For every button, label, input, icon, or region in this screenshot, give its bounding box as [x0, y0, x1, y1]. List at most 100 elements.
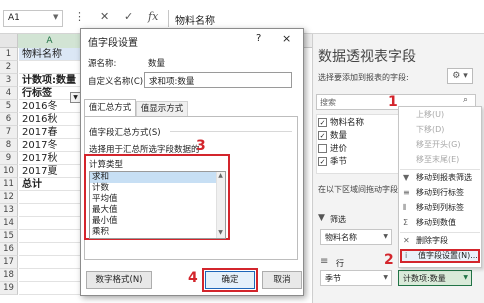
menu-item-label: 移动到数值	[416, 218, 456, 227]
grid-cell[interactable]: 计数项:数量	[19, 74, 82, 87]
tab-show-values-as[interactable]: 值显示方式	[136, 101, 188, 116]
confirm-icon[interactable]: ✓	[124, 10, 133, 23]
calc-type-option[interactable]: 计数	[90, 183, 216, 194]
delete-icon: ✕	[403, 236, 410, 245]
menu-item[interactable]: 移至末尾(E)	[400, 153, 480, 167]
scroll-up-icon[interactable]: ▲	[216, 172, 225, 179]
row-header[interactable]: 15	[0, 230, 18, 243]
menu-item-label: 删除字段	[416, 236, 448, 245]
row-header[interactable]: 13	[0, 204, 18, 217]
field-item[interactable]: 进价	[318, 143, 347, 155]
calc-type-option[interactable]: 平均值	[90, 194, 216, 205]
chevron-down-icon: ▼	[383, 233, 388, 240]
menu-item[interactable]: ≡ 移动到行标签	[400, 186, 480, 200]
value-field-settings-menu-item[interactable]: i 值字段设置(N)...	[400, 249, 480, 263]
menu-item[interactable]: ▼ 移动到报表筛选	[400, 171, 480, 185]
number-format-button[interactable]: 数字格式(N)	[86, 271, 152, 289]
field-label: 进价	[330, 144, 348, 154]
menu-item[interactable]: Σ 移动到数值	[400, 216, 480, 230]
row-header[interactable]: 6	[0, 113, 18, 126]
grid-cell[interactable]	[19, 269, 82, 282]
row-header[interactable]: 9	[0, 152, 18, 165]
calc-type-option[interactable]: 最大值	[90, 205, 216, 216]
grid-cell[interactable]: 2017秋	[19, 152, 82, 165]
scroll-down-icon[interactable]: ▼	[216, 229, 225, 236]
callout-4: 4	[188, 270, 198, 286]
grid-cell[interactable]: 2017冬	[19, 139, 82, 152]
grid-cell[interactable]	[19, 230, 82, 243]
grid-cell[interactable]: 2017春	[19, 126, 82, 139]
columns-icon: ⦀	[403, 203, 407, 212]
filter-field-label: 物料名称	[325, 233, 357, 242]
checkbox[interactable]: ✓	[318, 118, 327, 127]
calc-type-option[interactable]: 乘积	[90, 227, 216, 238]
menu-item[interactable]: ⦀ 移动到列标签	[400, 201, 480, 215]
grid-cell[interactable]: 物料名称	[19, 48, 82, 61]
column-header-a[interactable]: A	[18, 34, 82, 48]
grid-cell[interactable]	[19, 282, 82, 295]
menu-item-label: 移动到列标签	[416, 203, 464, 212]
row-header[interactable]: 19	[0, 282, 18, 295]
menu-item[interactable]: 上移(U)	[400, 108, 480, 122]
field-item[interactable]: ✓ 数量	[318, 130, 347, 142]
calc-type-option[interactable]: 最小值	[90, 216, 216, 227]
tab-summarize-by[interactable]: 值汇总方式	[84, 99, 136, 116]
values-field-label: 计数项:数量	[403, 274, 446, 283]
row-header[interactable]: 3	[0, 74, 18, 87]
row-header[interactable]: 12	[0, 191, 18, 204]
menu-item[interactable]: ✕ 删除字段	[400, 234, 480, 248]
checkbox[interactable]	[318, 144, 327, 153]
rows-field-label: 季节	[325, 274, 341, 283]
grid-cell[interactable]	[19, 191, 82, 204]
checkbox[interactable]: ✓	[318, 157, 327, 166]
grid-cell[interactable]	[19, 256, 82, 269]
calc-type-option[interactable]: 求和	[90, 172, 216, 183]
search-icon[interactable]: ⌕	[463, 95, 468, 105]
field-label: 物料名称	[330, 118, 365, 128]
custom-name-input[interactable]: 求和项:数量	[144, 72, 292, 88]
grid-cell[interactable]: 总计	[19, 178, 82, 191]
grid-cell[interactable]: 2017夏	[19, 165, 82, 178]
help-icon[interactable]: ?	[256, 33, 261, 44]
row-header[interactable]: 4	[0, 87, 18, 100]
values-field-chip[interactable]: 计数项:数量 ▼	[398, 270, 472, 286]
row-header[interactable]: 2	[0, 61, 18, 74]
row-header[interactable]: 16	[0, 243, 18, 256]
filter-icon: ▼	[318, 213, 325, 223]
grid-cell[interactable]	[19, 217, 82, 230]
menu-item[interactable]: 移至开头(G)	[400, 138, 480, 152]
chevron-down-icon[interactable]: ▼	[53, 13, 58, 21]
menu-item-label: 移动到报表筛选	[416, 173, 472, 182]
row-header[interactable]: 5	[0, 100, 18, 113]
select-all-corner[interactable]	[0, 34, 18, 48]
rows-icon: ≡	[403, 188, 410, 197]
function-icon[interactable]: fx	[148, 10, 158, 23]
grid-cell[interactable]: 2016秋	[19, 113, 82, 126]
grid-cell[interactable]	[19, 61, 82, 74]
checkbox[interactable]: ✓	[318, 131, 327, 140]
row-header[interactable]: 14	[0, 217, 18, 230]
formula-input[interactable]: 物料名称	[168, 10, 484, 27]
row-header[interactable]: 18	[0, 269, 18, 282]
custom-name-label: 自定义名称(C):	[88, 77, 146, 87]
menu-item-label: 上移(U)	[416, 110, 445, 119]
filter-icon: ▼	[403, 173, 410, 182]
filter-field-chip[interactable]: 物料名称 ▼	[320, 229, 392, 245]
ok-button[interactable]: 确定	[205, 271, 255, 289]
gear-icon[interactable]: ⚙ ▾	[447, 68, 473, 84]
row-header[interactable]: 7	[0, 126, 18, 139]
row-header[interactable]: 8	[0, 139, 18, 152]
row-header[interactable]: 10	[0, 165, 18, 178]
field-item[interactable]: ✓ 物料名称	[318, 117, 364, 129]
row-header[interactable]: 11	[0, 178, 18, 191]
row-header[interactable]: 17	[0, 256, 18, 269]
cancel-icon[interactable]: ✕	[100, 10, 109, 23]
row-header[interactable]: 1	[0, 48, 18, 61]
close-icon[interactable]: ×	[282, 32, 291, 45]
field-item[interactable]: ✓ 季节	[318, 156, 347, 168]
grid-cell[interactable]	[19, 204, 82, 217]
menu-item[interactable]: 下移(D)	[400, 123, 480, 137]
grid-cell[interactable]	[19, 243, 82, 256]
rows-field-chip[interactable]: 季节 ▼	[320, 270, 392, 286]
cancel-button[interactable]: 取消	[262, 271, 302, 289]
